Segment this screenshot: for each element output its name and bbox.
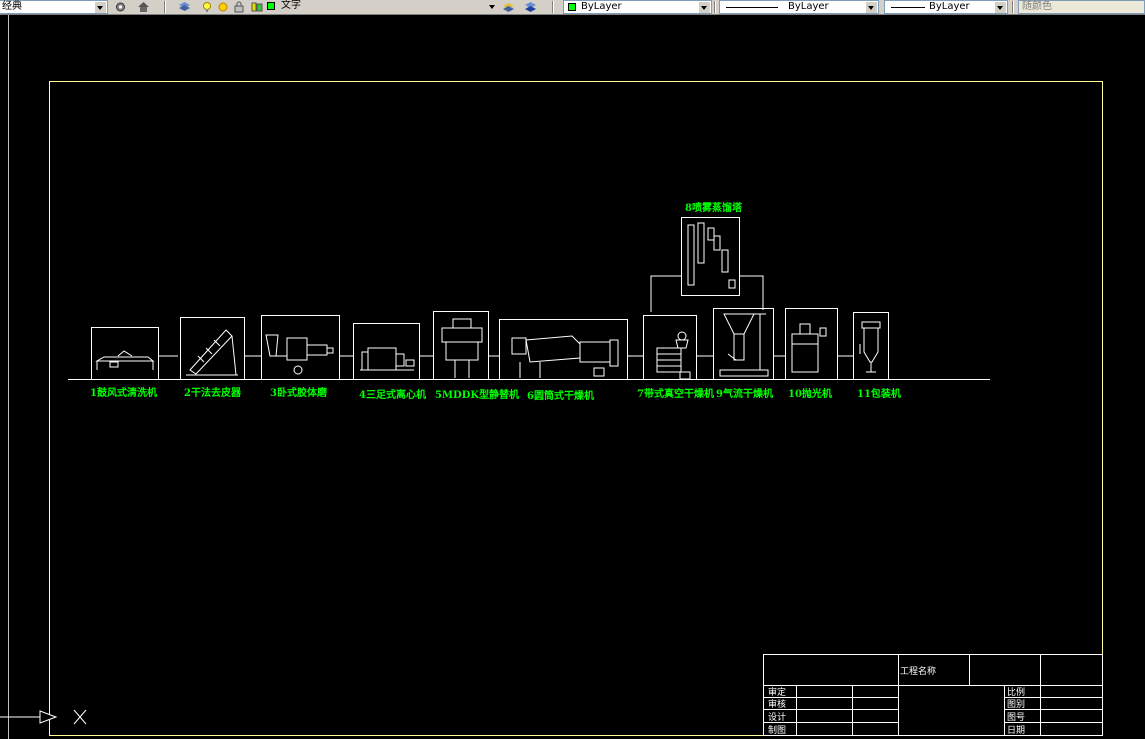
color-swatch <box>568 3 576 11</box>
process-flow-drawing: 1鼓风式清洗机 2干法去皮器 3卧式胶体磨 4三足式离心机 5MDDK型静替机 6圆筒式干… <box>0 15 1103 739</box>
equipment-label-3: 3卧式胶体磨 <box>270 386 328 399</box>
linetype-control-combo[interactable]: ByLayer <box>719 0 879 14</box>
title-block-project-name: 工程名称 <box>900 665 936 677</box>
color-combo-value: ByLayer <box>581 1 622 12</box>
equipment-label-4: 4三足式离心机 <box>359 388 426 401</box>
equipment-label-6: 6圆筒式干燥机 <box>527 389 594 402</box>
title-block-row-scale: 比例 <box>1007 686 1025 698</box>
toolbar-separator <box>552 1 554 13</box>
title-block-row-number: 图号 <box>1007 712 1025 723</box>
equipment-6-drum-dryer[interactable] <box>499 319 644 380</box>
equipment-label-7: 7带式真空干燥机 <box>637 387 714 400</box>
equipment-label-10: 10抛光机 <box>788 387 832 400</box>
workspace-home-icon[interactable] <box>137 1 150 13</box>
workspace-combo[interactable]: 经典 <box>0 0 108 14</box>
equipment-11-packaging-machine[interactable] <box>853 312 889 380</box>
layer-previous-icon[interactable] <box>502 1 515 13</box>
equipment-label-1: 1鼓风式清洗机 <box>90 386 157 399</box>
equipment-label-11: 11包装机 <box>857 387 901 400</box>
equipment-label-8: 8喷雾蒸馏塔 <box>685 201 743 214</box>
chevron-down-icon[interactable] <box>699 2 710 13</box>
equipment-1-washer[interactable] <box>91 327 179 380</box>
layer-plot-icon[interactable] <box>251 1 264 13</box>
layer-states-icon[interactable] <box>524 1 537 13</box>
workspace-combo-value: 经典 <box>2 1 22 12</box>
title-block-row-category: 图别 <box>1007 699 1025 710</box>
equipment-5-static-machine[interactable] <box>433 311 500 380</box>
color-control-combo[interactable]: ByLayer <box>563 0 712 14</box>
linetype-combo-value: ByLayer <box>788 1 829 12</box>
equipment-10-polisher[interactable] <box>785 308 854 380</box>
equipment-label-9: 9气流干燥机 <box>716 387 773 400</box>
equipment-labels: 1鼓风式清洗机 2干法去皮器 3卧式胶体磨 4三足式离心机 5MDDK型静替机 6圆筒式干… <box>90 201 901 402</box>
linetype-preview <box>726 7 778 8</box>
lineweight-control-combo[interactable]: ByLayer <box>884 0 1008 14</box>
title-block-row-design: 设计 <box>768 711 786 723</box>
layer-control-combo[interactable]: 文字 <box>199 0 499 14</box>
toolbar-separator <box>164 1 166 13</box>
layer-freeze-sun-icon[interactable] <box>217 1 230 13</box>
chevron-down-icon[interactable] <box>487 1 498 12</box>
plotstyle-combo-value: 随颜色 <box>1022 1 1052 12</box>
layer-lock-icon[interactable] <box>233 1 246 13</box>
layer-on-bulb-icon[interactable] <box>201 1 214 13</box>
equipment-7-vacuum-dryer[interactable] <box>643 315 714 380</box>
layer-manager-icon[interactable] <box>178 1 191 13</box>
equipment-8-spray-tower[interactable] <box>650 217 764 313</box>
layer-color-swatch <box>267 2 275 10</box>
title-block-row-approve: 审定 <box>768 686 786 698</box>
layer-name: 文字 <box>281 0 301 11</box>
lineweight-preview <box>891 7 925 8</box>
lineweight-combo-value: ByLayer <box>929 1 970 12</box>
properties-toolbar: 经典 文字 ByLayer ByLayer ByLayer 随颜色 <box>0 0 1145 15</box>
drawing-frame <box>49 81 1103 736</box>
plotstyle-control-combo: 随颜色 <box>1018 0 1145 14</box>
toolbar-separator <box>714 1 716 13</box>
chevron-down-icon[interactable] <box>995 2 1006 13</box>
equipment-3-colloid-mill[interactable] <box>261 315 354 380</box>
toolbar-separator <box>1012 1 1014 13</box>
ucs-icon <box>0 709 87 725</box>
equipment-label-5: 5MDDK型静替机 <box>435 388 519 401</box>
title-block-row-date: 日期 <box>1007 725 1025 736</box>
equipment-9-airflow-dryer[interactable] <box>713 308 786 380</box>
chevron-down-icon[interactable] <box>95 2 106 13</box>
equipment-4-centrifuge[interactable] <box>353 323 434 380</box>
equipment-2-peeler[interactable] <box>180 317 262 380</box>
title-block-row-review: 审核 <box>768 698 786 710</box>
workspace-settings-icon[interactable] <box>114 1 127 13</box>
equipment-label-2: 2干法去皮器 <box>184 386 242 399</box>
title-block-row-drawn: 制图 <box>768 724 786 736</box>
model-space-canvas[interactable]: 1鼓风式清洗机 2干法去皮器 3卧式胶体磨 4三足式离心机 5MDDK型静替机 6圆筒式干… <box>0 15 1145 739</box>
chevron-down-icon[interactable] <box>866 2 877 13</box>
